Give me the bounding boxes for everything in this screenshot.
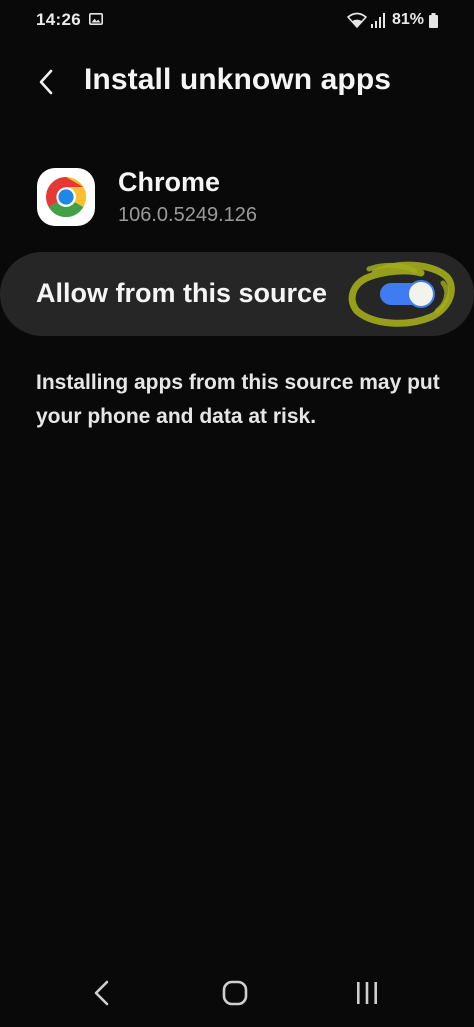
page-title: Install unknown apps	[84, 63, 392, 96]
recents-nav-icon[interactable]	[352, 980, 382, 1006]
warning-text: Installing apps from this source may put…	[36, 371, 440, 428]
wifi-icon	[347, 12, 367, 28]
allow-from-source-label: Allow from this source	[36, 278, 328, 308]
app-version: 106.0.5249.126	[118, 204, 258, 226]
status-bar: 14:26 81%	[0, 0, 474, 40]
allow-from-source-row[interactable]: Allow from this source	[0, 252, 474, 336]
gallery-icon	[89, 13, 103, 25]
allow-from-source-toggle[interactable]	[380, 280, 435, 308]
toggle-knob	[407, 280, 435, 308]
chevron-left-icon	[39, 69, 53, 95]
back-nav-icon[interactable]	[88, 977, 116, 1009]
back-button[interactable]	[28, 64, 64, 100]
status-time: 14:26	[36, 10, 81, 29]
battery-percent: 81%	[391, 11, 424, 28]
chrome-logo-icon	[37, 168, 95, 226]
app-name: Chrome	[118, 167, 221, 197]
home-nav-icon[interactable]	[220, 978, 250, 1008]
signal-icon	[370, 12, 385, 28]
battery-icon	[429, 12, 438, 28]
status-right-group: 81%	[347, 9, 438, 31]
